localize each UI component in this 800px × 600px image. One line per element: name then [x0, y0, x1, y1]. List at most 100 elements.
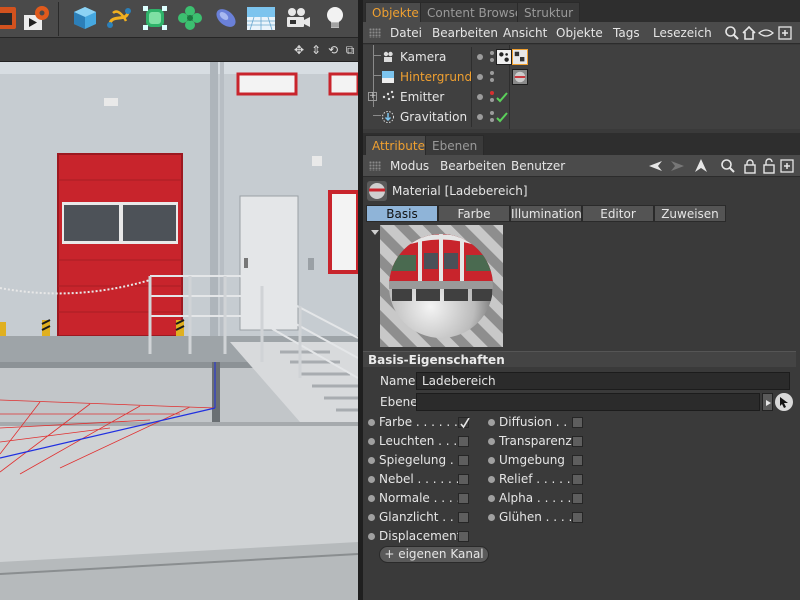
list-item[interactable]: Hintergrund — [363, 67, 800, 87]
render-dot[interactable] — [490, 58, 494, 62]
enabled-check-icon[interactable] — [495, 110, 509, 124]
tab-farbe[interactable]: Farbe — [438, 205, 510, 222]
material-tag-icon[interactable] — [512, 69, 528, 85]
channel-transparenz[interactable]: Transparenz — [488, 432, 588, 451]
lock-icon[interactable] — [742, 158, 758, 174]
channel-spiegelung[interactable]: Spiegelung . . . — [368, 451, 483, 470]
render-icon[interactable] — [0, 3, 20, 33]
checkbox-displacement[interactable] — [458, 531, 469, 542]
menu-lesezeichen[interactable]: Lesezeich — [653, 22, 712, 44]
menu-bearbeiten[interactable]: Bearbeiten — [432, 22, 498, 44]
array-icon[interactable] — [175, 3, 205, 33]
visibility-dot[interactable] — [477, 114, 483, 120]
maximize-view-icon[interactable]: ⧉ — [343, 43, 357, 57]
search-icon[interactable] — [724, 25, 740, 41]
floor-icon[interactable] — [246, 3, 276, 33]
tab-basis[interactable]: Basis — [366, 205, 438, 222]
section-header[interactable]: Basis-Eigenschaften — [363, 351, 796, 367]
pick-cursor-icon[interactable] — [775, 393, 793, 411]
menu-modus[interactable]: Modus — [390, 155, 429, 177]
zoom-view-icon[interactable]: ⇕ — [309, 43, 323, 57]
forward-arrow-icon[interactable] — [670, 158, 686, 174]
channel-umgebung[interactable]: Umgebung — [488, 451, 588, 470]
eye-icon[interactable] — [758, 25, 774, 41]
checkbox-alpha[interactable] — [572, 493, 583, 504]
tab-zuweisen[interactable]: Zuweisen — [654, 205, 726, 222]
collapse-arrow-icon[interactable] — [371, 230, 379, 235]
up-arrow-icon[interactable] — [693, 158, 709, 174]
name-field[interactable]: Ladebereich — [416, 372, 790, 390]
checkbox-normale[interactable] — [458, 493, 469, 504]
nurbs-icon[interactable] — [140, 3, 170, 33]
tab-ebenen[interactable]: Ebenen — [425, 135, 485, 155]
enabled-check-icon[interactable] — [495, 90, 509, 104]
menu-bearbeiten[interactable]: Bearbeiten — [440, 155, 506, 177]
tab-objekte[interactable]: Objekte — [365, 2, 426, 22]
visibility-dot[interactable] — [477, 74, 483, 80]
camera-icon[interactable] — [282, 3, 312, 33]
checkbox-nebel[interactable] — [458, 474, 469, 485]
layer-field[interactable] — [416, 393, 760, 411]
channel-normale[interactable]: Normale . . . . — [368, 489, 483, 508]
channel-glanzlicht[interactable]: Glanzlicht . . . — [368, 508, 483, 527]
checkbox-relief[interactable] — [572, 474, 583, 485]
add-custom-channel-button[interactable]: + eigenen Kanal — [379, 546, 489, 563]
checkbox-spiegelung[interactable] — [458, 455, 469, 466]
channel-relief[interactable]: Relief . . . . . . — [488, 470, 588, 489]
render-dot[interactable] — [490, 98, 494, 102]
checkbox-gluehen[interactable] — [572, 512, 583, 523]
editor-dot[interactable] — [490, 91, 494, 95]
channel-nebel[interactable]: Nebel . . . . . . . — [368, 470, 483, 489]
tab-illumination[interactable]: Illumination — [510, 205, 582, 222]
move-view-icon[interactable]: ✥ — [292, 43, 306, 57]
light-icon[interactable] — [320, 3, 350, 33]
expand-icon[interactable]: + — [368, 92, 377, 101]
editor-dot[interactable] — [490, 51, 494, 55]
layer-menu-arrow-icon[interactable] — [762, 393, 773, 411]
checkbox-umgebung[interactable] — [572, 455, 583, 466]
spline-icon[interactable] — [104, 3, 134, 33]
new-window-icon[interactable] — [777, 25, 793, 41]
checkbox-leuchten[interactable] — [458, 436, 469, 447]
menu-ansicht[interactable]: Ansicht — [503, 22, 547, 44]
channel-farbe[interactable]: Farbe . . . . . . . — [368, 413, 483, 432]
back-arrow-icon[interactable] — [647, 158, 663, 174]
list-item[interactable]: Kamera — [363, 47, 800, 67]
menu-benutzer[interactable]: Benutzer — [511, 155, 565, 177]
tab-struktur[interactable]: Struktur — [517, 2, 581, 22]
cube-icon[interactable] — [70, 3, 100, 33]
tab-attribute[interactable]: Attribute — [365, 135, 432, 155]
deformer-icon[interactable] — [211, 3, 241, 33]
3d-viewport[interactable] — [0, 62, 358, 600]
render-settings-icon[interactable] — [22, 3, 52, 33]
channel-gluehen[interactable]: Glühen . . . . . — [488, 508, 588, 527]
list-item[interactable]: + Emitter — [363, 87, 800, 107]
channel-alpha[interactable]: Alpha . . . . . . — [488, 489, 588, 508]
checkbox-farbe[interactable] — [458, 417, 470, 429]
material-preview[interactable] — [380, 225, 503, 347]
menu-tags[interactable]: Tags — [613, 22, 640, 44]
target-tag-icon[interactable] — [496, 49, 512, 65]
checkbox-glanzlicht[interactable] — [458, 512, 469, 523]
rotate-view-icon[interactable]: ⟲ — [326, 43, 340, 57]
channel-diffusion[interactable]: Diffusion . . . — [488, 413, 588, 432]
unlock-icon[interactable] — [761, 158, 777, 174]
visibility-dot[interactable] — [477, 54, 483, 60]
menu-datei[interactable]: Datei — [390, 22, 422, 44]
menu-objekte[interactable]: Objekte — [556, 22, 603, 44]
visibility-dot[interactable] — [477, 94, 483, 100]
search-icon[interactable] — [720, 158, 736, 174]
new-window-icon[interactable] — [779, 158, 795, 174]
checkbox-diffusion[interactable] — [572, 417, 583, 428]
channel-leuchten[interactable]: Leuchten . . . . — [368, 432, 483, 451]
compositing-tag-icon[interactable] — [512, 49, 528, 65]
tab-editor[interactable]: Editor — [582, 205, 654, 222]
render-dot[interactable] — [490, 78, 494, 82]
editor-dot[interactable] — [490, 111, 494, 115]
render-dot[interactable] — [490, 118, 494, 122]
list-item[interactable]: Gravitation — [363, 107, 800, 127]
editor-dot[interactable] — [490, 71, 494, 75]
home-icon[interactable] — [741, 25, 757, 41]
channel-displacement[interactable]: Displacement — [368, 527, 483, 546]
checkbox-transparenz[interactable] — [572, 436, 583, 447]
